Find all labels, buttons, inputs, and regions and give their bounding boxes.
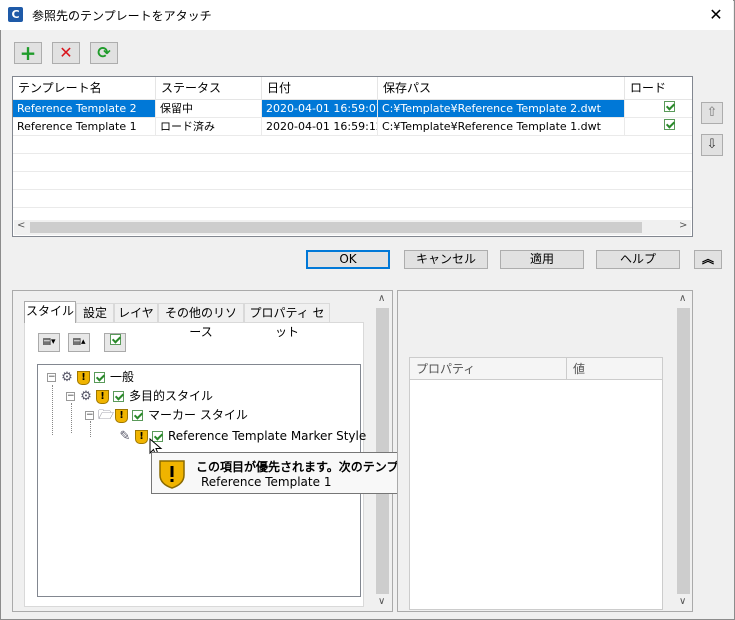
folder-open-icon: 🗁 — [98, 407, 115, 423]
column-header-property[interactable]: プロパティ — [410, 358, 567, 380]
scroll-thumb[interactable] — [677, 308, 690, 594]
cell-date: 2020-04-01 16:59:07 — [262, 100, 378, 117]
scroll-thumb[interactable] — [376, 308, 389, 594]
tree-node-label: マーカー スタイル — [148, 408, 248, 422]
move-down-button[interactable]: ⇩ — [701, 134, 723, 156]
tree-node-label: 一般 — [110, 370, 135, 384]
empty-row — [13, 154, 692, 172]
cell-status: ロード済み — [156, 118, 262, 135]
tab-property-sets[interactable]: プロパティ セット — [244, 303, 330, 339]
refresh-button[interactable]: ⟳ — [90, 42, 118, 64]
scroll-up-arrow[interactable]: ∧ — [378, 293, 385, 304]
tab-styles[interactable]: スタイル — [24, 301, 76, 323]
title-bar: C 参照先のテンプレートをアタッチ ✕ — [0, 0, 733, 30]
cell-load[interactable] — [625, 100, 692, 117]
cell-path: C:¥Template¥Reference Template 2.dwt — [378, 100, 625, 117]
cell-name: Reference Template 1 — [13, 118, 156, 135]
scroll-down-arrow[interactable]: ∨ — [679, 596, 686, 607]
property-grid[interactable]: プロパティ 値 — [409, 357, 663, 610]
tree-checkbox[interactable] — [113, 391, 124, 402]
load-checkbox[interactable] — [664, 119, 675, 130]
scroll-thumb[interactable] — [30, 222, 642, 233]
tree-node-label: 多目的スタイル — [129, 389, 214, 403]
left-vertical-scrollbar[interactable]: ∧ ∨ — [374, 291, 391, 611]
warning-shield-icon: ! — [77, 370, 90, 385]
checkbox-icon — [109, 334, 121, 345]
cell-date: 2020-04-01 16:59:12 — [262, 118, 378, 135]
grid-header: テンプレート名 ステータス 日付 保存パス ロード — [13, 77, 692, 100]
column-header-value[interactable]: 値 — [567, 358, 662, 380]
table-row[interactable]: Reference Template 1 ロード済み 2020-04-01 16… — [13, 118, 692, 136]
column-header-date[interactable]: 日付 — [262, 77, 378, 99]
empty-row — [13, 172, 692, 190]
check-all-button[interactable] — [104, 333, 126, 352]
tree-node-general[interactable]: − ⚙! 一般 — [47, 368, 134, 386]
window-title: 参照先のテンプレートをアタッチ — [32, 9, 212, 23]
scroll-up-arrow[interactable]: ∧ — [679, 293, 686, 304]
tree-node-label: Reference Template Marker Style — [168, 429, 367, 443]
ok-button[interactable]: OK — [306, 250, 390, 269]
cancel-button[interactable]: キャンセル — [404, 250, 488, 269]
tree-node-marker-styles[interactable]: − 🗁! マーカー スタイル — [85, 406, 248, 424]
column-header-path[interactable]: 保存パス — [378, 77, 625, 99]
tooltip-body: Reference Template 1 — [201, 475, 332, 489]
collapse-toggle[interactable]: − — [85, 411, 94, 420]
empty-row — [13, 136, 692, 154]
add-template-button[interactable]: + — [14, 42, 42, 64]
column-header-status[interactable]: ステータス — [156, 77, 262, 99]
horizontal-scrollbar[interactable]: < > — [14, 220, 691, 235]
style-item-icon: ✎ — [119, 428, 131, 444]
tree-node-multipurpose-styles[interactable]: − ⚙! 多目的スタイル — [66, 387, 213, 405]
app-icon: C — [8, 7, 23, 22]
cell-path: C:¥Template¥Reference Template 1.dwt — [378, 118, 625, 135]
close-button[interactable]: ✕ — [705, 4, 727, 26]
collapse-toggle[interactable]: − — [47, 373, 56, 382]
right-vertical-scrollbar[interactable]: ∧ ∨ — [675, 291, 692, 611]
load-checkbox[interactable] — [664, 101, 675, 112]
move-up-button[interactable]: ⇧ — [701, 102, 723, 124]
template-grid[interactable]: テンプレート名 ステータス 日付 保存パス ロード Reference Temp… — [12, 76, 693, 237]
remove-template-button[interactable]: ✕ — [52, 42, 80, 64]
tree-line — [52, 385, 54, 435]
tab-settings[interactable]: 設定 — [76, 303, 114, 322]
cell-status: 保留中 — [156, 100, 262, 117]
collapse-all-icon[interactable]: ▤▴ — [68, 333, 90, 352]
column-header-load[interactable]: ロード — [625, 77, 692, 99]
collapse-button[interactable]: ︽ — [694, 250, 722, 269]
tab-other-resources[interactable]: その他のリソース — [158, 303, 244, 339]
help-button[interactable]: ヘルプ — [596, 250, 680, 269]
tree-checkbox[interactable] — [94, 372, 105, 383]
table-row[interactable]: Reference Template 2 保留中 2020-04-01 16:5… — [13, 100, 692, 118]
expand-all-icon[interactable]: ▤▾ — [38, 333, 60, 352]
scroll-down-arrow[interactable]: ∨ — [378, 596, 385, 607]
warning-shield-icon — [159, 460, 185, 489]
apply-button[interactable]: 適用 — [500, 250, 584, 269]
tree-line — [71, 403, 73, 433]
cell-load[interactable] — [625, 118, 692, 135]
column-header-name[interactable]: テンプレート名 — [13, 77, 156, 99]
scroll-right-arrow[interactable]: > — [679, 220, 687, 231]
empty-row — [13, 190, 692, 208]
warning-shield-icon: ! — [115, 408, 128, 423]
gear-icon: ⚙ — [61, 369, 73, 385]
warning-shield-icon: ! — [96, 389, 109, 404]
cell-name: Reference Template 2 — [13, 100, 156, 117]
tree-checkbox[interactable] — [132, 410, 143, 421]
tab-layers[interactable]: レイヤ — [114, 303, 158, 322]
scroll-left-arrow[interactable]: < — [17, 220, 25, 231]
warning-shield-icon: ! — [135, 429, 148, 444]
collapse-toggle[interactable]: − — [66, 392, 75, 401]
gear-icon: ⚙ — [80, 388, 92, 404]
